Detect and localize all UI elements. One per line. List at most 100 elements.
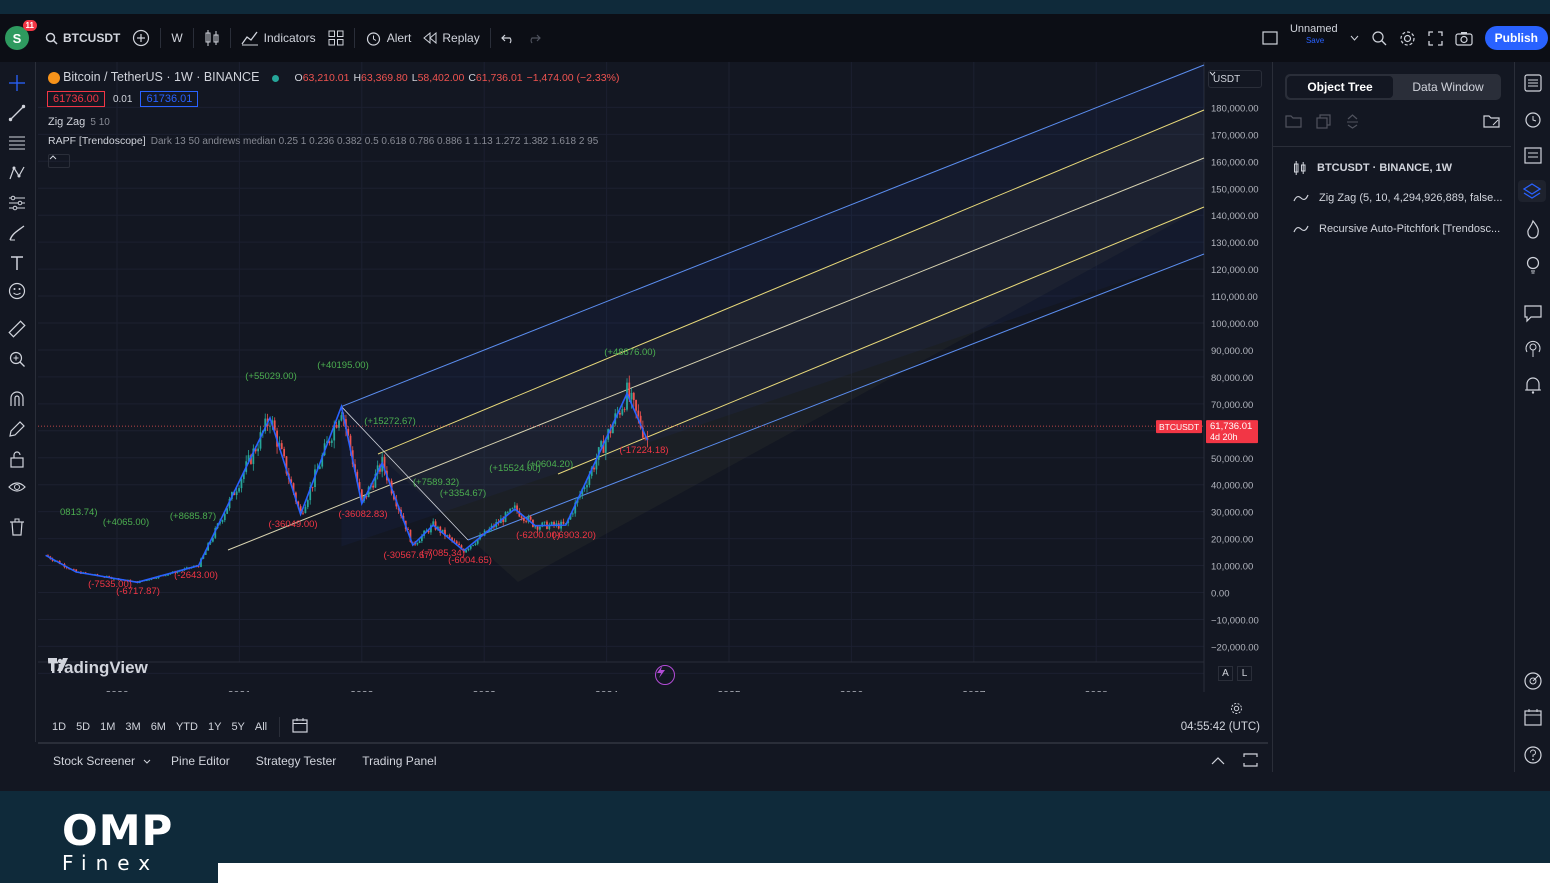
replay-button[interactable]: Replay bbox=[417, 23, 485, 53]
alarm-clock-icon bbox=[366, 31, 380, 46]
pattern-tool[interactable] bbox=[6, 162, 28, 184]
timezone-clock[interactable]: 04:55:42 (UTC) bbox=[1181, 721, 1260, 733]
log-scale-button[interactable]: L bbox=[1237, 666, 1252, 681]
forecast-tool[interactable] bbox=[6, 192, 28, 214]
layout-dropdown[interactable] bbox=[1344, 23, 1365, 53]
events-button[interactable] bbox=[655, 665, 675, 685]
timeframe-3m[interactable]: 3M bbox=[121, 719, 144, 735]
crosshair-tool[interactable] bbox=[6, 72, 28, 94]
timeframe-1d[interactable]: 1D bbox=[48, 719, 70, 735]
tree-item-symbol[interactable]: BTCUSDT · BINANCE, 1W bbox=[1293, 160, 1508, 176]
layout-name-button[interactable]: Unnamed Save bbox=[1284, 23, 1344, 53]
currency-select[interactable]: USDT bbox=[1208, 70, 1262, 88]
lock-tool[interactable] bbox=[6, 448, 28, 470]
buy-price-button[interactable]: 61736.01 bbox=[140, 91, 199, 107]
symbol-tag-text: BTCUSDT bbox=[1159, 422, 1199, 432]
magnet-tool[interactable] bbox=[6, 388, 28, 410]
indicator-params: Dark 13 50 andrews median 0.25 1 0.236 0… bbox=[150, 136, 599, 147]
fullscreen-button[interactable] bbox=[1422, 23, 1449, 53]
redo-button[interactable] bbox=[521, 23, 547, 53]
text-tool[interactable] bbox=[6, 252, 28, 274]
tab-pine-editor[interactable]: Pine Editor bbox=[171, 754, 230, 768]
quick-search-button[interactable] bbox=[1365, 23, 1393, 53]
help-button[interactable] bbox=[1522, 744, 1544, 766]
tab-stock-screener[interactable]: Stock Screener bbox=[53, 754, 151, 768]
ohlc-value: 61,736.01 bbox=[475, 72, 523, 84]
brush-tool[interactable] bbox=[6, 222, 28, 244]
chats-button[interactable] bbox=[1522, 302, 1544, 324]
layout-select-button[interactable] bbox=[1256, 23, 1284, 53]
tradingview-watermark[interactable]: TradingView bbox=[48, 658, 148, 678]
chevron-down-icon bbox=[1350, 35, 1359, 41]
trendline-tool[interactable] bbox=[6, 102, 28, 124]
price-tick-label: 50,000.00 bbox=[1211, 454, 1253, 465]
timeframe-1y[interactable]: 1Y bbox=[204, 719, 225, 735]
indicators-button[interactable]: Indicators bbox=[235, 23, 322, 53]
settings-button[interactable] bbox=[1393, 23, 1422, 53]
notifications-button[interactable] bbox=[1522, 374, 1544, 396]
ruler-tool[interactable] bbox=[6, 318, 28, 340]
zoom-tool[interactable] bbox=[6, 348, 28, 370]
auto-scale-button[interactable]: A bbox=[1218, 666, 1233, 681]
tab-data-window[interactable]: Data Window bbox=[1395, 74, 1501, 100]
market-status-icon[interactable] bbox=[272, 74, 280, 82]
folder-settings-icon[interactable] bbox=[1483, 114, 1501, 129]
timeframe-6m[interactable]: 6M bbox=[147, 719, 170, 735]
ohlc-key: C bbox=[468, 72, 476, 84]
publish-button[interactable]: Publish bbox=[1484, 26, 1548, 50]
fib-tool[interactable] bbox=[6, 132, 28, 154]
timeframe-all[interactable]: All bbox=[251, 719, 271, 735]
tab-trading-panel[interactable]: Trading Panel bbox=[362, 754, 436, 768]
tree-item-zigzag[interactable]: Zig Zag (5, 10, 4,294,926,889, false... bbox=[1293, 192, 1508, 204]
clone-icon[interactable] bbox=[1316, 113, 1331, 129]
folder-add-icon[interactable] bbox=[1285, 114, 1302, 128]
sell-price-button[interactable]: 61736.00 bbox=[47, 91, 105, 107]
indicator-legend-zigzag[interactable]: Zig Zag 5 10 bbox=[48, 116, 110, 128]
collapse-legend-button[interactable] bbox=[48, 154, 70, 168]
ideas-button[interactable] bbox=[1522, 254, 1544, 276]
layers-order-icon[interactable] bbox=[1345, 113, 1360, 129]
symbol-search-button[interactable]: BTCUSDT bbox=[39, 23, 126, 53]
timeframe-ytd[interactable]: YTD bbox=[172, 719, 202, 735]
chart-type-button[interactable] bbox=[198, 23, 226, 53]
candle-body bbox=[630, 392, 633, 400]
maximize-panel-button[interactable] bbox=[1243, 752, 1258, 770]
alert-button[interactable]: Alert bbox=[359, 23, 418, 53]
alerts-button[interactable] bbox=[1522, 108, 1544, 130]
hide-tool[interactable] bbox=[6, 476, 28, 498]
magnet-icon bbox=[10, 391, 24, 406]
divider bbox=[1273, 146, 1511, 147]
undo-button[interactable] bbox=[495, 23, 521, 53]
timeframe-5d[interactable]: 5D bbox=[72, 719, 94, 735]
compare-button[interactable] bbox=[126, 23, 156, 53]
user-avatar[interactable]: S 11 bbox=[5, 20, 37, 50]
watchlist-button[interactable] bbox=[1522, 72, 1544, 94]
emoji-tool[interactable] bbox=[6, 280, 28, 302]
calendar-button[interactable] bbox=[1522, 706, 1544, 728]
indicator-legend-rapf[interactable]: RAPF [Trendoscope] Dark 13 50 andrews me… bbox=[48, 135, 598, 147]
calendar-icon bbox=[1524, 709, 1542, 726]
collapse-panel-button[interactable] bbox=[1211, 754, 1225, 768]
streams-button[interactable] bbox=[1522, 338, 1544, 360]
data-window-button[interactable] bbox=[1522, 144, 1544, 166]
remove-tool[interactable] bbox=[6, 516, 28, 538]
chart-canvas[interactable]: 180,000.00 170,000.00 160,000.00 150,000.00… bbox=[38, 62, 1268, 692]
goto-date-button[interactable] bbox=[292, 718, 308, 736]
tab-object-tree[interactable]: Object Tree bbox=[1287, 76, 1393, 98]
hotlists-button[interactable] bbox=[1522, 218, 1544, 240]
zigzag-pivot-label: (-36049.00) bbox=[268, 519, 317, 530]
timeframe-1m[interactable]: 1M bbox=[96, 719, 119, 735]
symbol-title[interactable]: Bitcoin / TetherUS · 1W · BINANCE bbox=[63, 70, 259, 84]
chart-pane[interactable]: 180,000.00 170,000.00 160,000.00 150,000.00… bbox=[38, 62, 1268, 714]
stay-in-drawing-tool[interactable] bbox=[6, 418, 28, 440]
templates-button[interactable] bbox=[322, 23, 350, 53]
tree-item-pitchfork[interactable]: Recursive Auto-Pitchfork [Trendosc... bbox=[1293, 223, 1508, 235]
object-tree-button[interactable] bbox=[1518, 180, 1546, 202]
lightbulb-icon bbox=[1526, 256, 1540, 274]
timeframe-5y[interactable]: 5Y bbox=[227, 719, 248, 735]
dom-button[interactable] bbox=[1522, 670, 1544, 692]
tab-strategy-tester[interactable]: Strategy Tester bbox=[256, 754, 336, 768]
interval-button[interactable]: W bbox=[165, 23, 188, 53]
ohlc-key: O bbox=[294, 72, 303, 84]
snapshot-button[interactable] bbox=[1449, 23, 1479, 53]
